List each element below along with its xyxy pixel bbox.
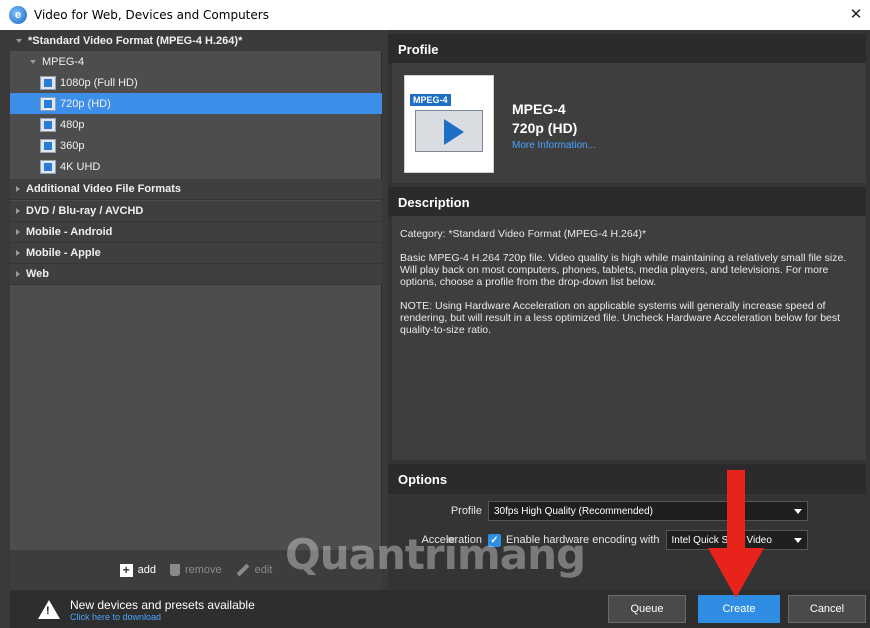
- tree-item-4k[interactable]: 4K UHD: [10, 156, 382, 177]
- bottom-bar: ! New devices and presets available Clic…: [10, 590, 870, 628]
- tree-item-label: 480p: [60, 118, 85, 131]
- notice-title: New devices and presets available: [70, 598, 255, 612]
- video-file-icon: [40, 117, 56, 132]
- chevron-down-icon: [794, 509, 802, 514]
- acceleration-dropdown[interactable]: Intel Quick Sync Video: [665, 530, 808, 550]
- description-text: Category: *Standard Video Format (MPEG-4…: [392, 216, 866, 460]
- tree-category-label: *Standard Video Format (MPEG-4 H.264)*: [28, 34, 243, 47]
- chevron-right-icon: [16, 229, 20, 235]
- preset-toolbar: + add remove edit: [10, 550, 382, 590]
- tree-category-apple[interactable]: Mobile - Apple: [10, 243, 382, 264]
- tree-category-additional[interactable]: Additional Video File Formats: [10, 179, 382, 200]
- video-file-icon: [40, 96, 56, 111]
- acceleration-label: Acceleration: [421, 534, 482, 546]
- pencil-icon: [236, 563, 250, 577]
- remove-preset-button[interactable]: remove: [169, 564, 222, 576]
- edit-preset-button[interactable]: edit: [236, 563, 273, 577]
- profile-dropdown[interactable]: 30fps High Quality (Recommended): [488, 501, 808, 521]
- more-information-link[interactable]: More Information...: [512, 140, 596, 151]
- tree-item-1080p[interactable]: 1080p (Full HD): [10, 72, 382, 93]
- play-icon: [444, 119, 464, 145]
- window-title: Video for Web, Devices and Computers: [34, 8, 269, 22]
- close-icon[interactable]: ✕: [846, 5, 866, 25]
- tree-group-label: MPEG-4: [42, 55, 85, 68]
- description-note: NOTE: Using Hardware Acceleration on app…: [400, 300, 841, 336]
- app-icon: e: [9, 6, 27, 24]
- tree-category-label: Additional Video File Formats: [26, 183, 182, 195]
- remove-label: remove: [184, 564, 222, 576]
- preset-tree: *Standard Video Format (MPEG-4 H.264)* M…: [10, 30, 382, 550]
- tree-category-label: Web: [26, 268, 50, 280]
- hardware-encoding-checkbox[interactable]: ✓: [488, 533, 501, 547]
- queue-button[interactable]: Queue: [608, 595, 686, 623]
- thumbnail-label: MPEG-4: [410, 94, 451, 106]
- acceleration-option-row: Acceleration ✓ Enable hardware encoding …: [388, 528, 866, 552]
- add-preset-button[interactable]: + add: [119, 563, 156, 577]
- chevron-right-icon: [16, 186, 20, 192]
- chevron-right-icon: [16, 208, 20, 214]
- profile-option-row: Profile 30fps High Quality (Recommended): [388, 499, 866, 523]
- description-header: Description: [388, 187, 866, 217]
- tree-item-label: 360p: [60, 139, 85, 152]
- film-icon: [415, 110, 483, 152]
- tree-category-dvd[interactable]: DVD / Blu-ray / AVCHD: [10, 201, 382, 222]
- tree-item-label: 720p (HD): [60, 97, 111, 110]
- chevron-right-icon: [16, 271, 20, 277]
- tree-category-web[interactable]: Web: [10, 264, 382, 285]
- hardware-encoding-text: Enable hardware encoding with: [506, 534, 660, 546]
- tree-item-720p[interactable]: 720p (HD): [10, 93, 382, 114]
- profile-resolution: 720p (HD): [512, 120, 578, 136]
- tree-category-label: Mobile - Apple: [26, 247, 101, 259]
- title-bar: e Video for Web, Devices and Computers ✕: [0, 0, 870, 30]
- acceleration-dropdown-value: Intel Quick Sync Video: [671, 534, 772, 546]
- cancel-button[interactable]: Cancel: [788, 595, 866, 623]
- video-file-icon: [40, 138, 56, 153]
- tree-category-label: DVD / Blu-ray / AVCHD: [26, 205, 144, 217]
- details-panel: Profile MPEG-4 MPEG-4 720p (HD) More Inf…: [388, 30, 870, 590]
- warning-mark: !: [46, 605, 50, 617]
- tree-category-label: Mobile - Android: [26, 226, 113, 238]
- tree-item-480p[interactable]: 480p: [10, 114, 382, 135]
- download-link[interactable]: Click here to download: [70, 612, 161, 622]
- profile-dropdown-value: 30fps High Quality (Recommended): [494, 505, 653, 517]
- chevron-right-icon: [16, 250, 20, 256]
- description-category: Category: *Standard Video Format (MPEG-4…: [400, 228, 647, 240]
- profile-name: MPEG-4: [512, 101, 566, 117]
- profile-card: MPEG-4 MPEG-4 720p (HD) More Information…: [392, 63, 866, 183]
- video-file-icon: [40, 159, 56, 174]
- video-file-icon: [40, 75, 56, 90]
- edit-label: edit: [254, 564, 273, 576]
- tree-category-standard[interactable]: *Standard Video Format (MPEG-4 H.264)*: [10, 30, 382, 51]
- chevron-down-icon: [793, 538, 802, 543]
- chevron-down-icon: [30, 59, 36, 64]
- create-button[interactable]: Create: [698, 595, 780, 623]
- mpeg4-thumbnail: MPEG-4: [404, 75, 494, 173]
- chevron-down-icon: [16, 38, 22, 43]
- description-body: Basic MPEG-4 H.264 720p file. Video qual…: [400, 252, 847, 288]
- tree-group-mpeg4[interactable]: MPEG-4: [10, 51, 382, 72]
- profile-header: Profile: [388, 34, 866, 64]
- tree-item-label: 1080p (Full HD): [60, 76, 138, 89]
- trash-icon: [169, 564, 180, 576]
- tree-category-android[interactable]: Mobile - Android: [10, 222, 382, 243]
- add-label: add: [137, 564, 156, 576]
- tree-item-360p[interactable]: 360p: [10, 135, 382, 156]
- options-header: Options: [388, 464, 866, 494]
- plus-icon: +: [119, 563, 133, 577]
- tree-item-label: 4K UHD: [60, 160, 101, 173]
- profile-option-label: Profile: [450, 505, 482, 517]
